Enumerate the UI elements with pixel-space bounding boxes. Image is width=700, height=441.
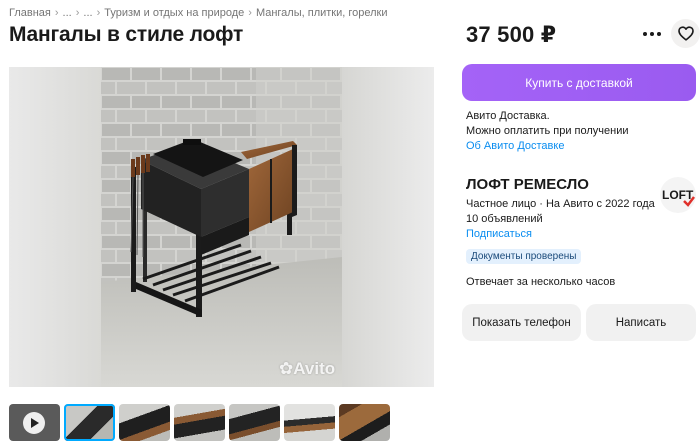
favorite-button[interactable] — [671, 19, 700, 48]
avito-logo-icon: ✿ — [279, 359, 294, 378]
seller-name[interactable]: ЛОФТ РЕМЕСЛО — [466, 176, 589, 193]
response-time: Отвечает за несколько часов — [466, 276, 616, 288]
write-message-button[interactable]: Написать — [586, 304, 696, 341]
thumbnail-image[interactable] — [174, 404, 225, 441]
breadcrumb-separator: › — [75, 7, 80, 19]
price: 37 500 ₽ — [466, 22, 557, 47]
seller-avatar[interactable]: LOFT — [660, 177, 696, 213]
watermark-text: Avito — [293, 359, 336, 378]
thumbnail-image[interactable] — [339, 404, 390, 441]
seller-info: Частное лицо · На Авито с 2022 года 10 о… — [466, 197, 655, 242]
breadcrumb-item-3[interactable]: ... — [83, 7, 92, 19]
delivery-line-2: Можно оплатить при получении — [466, 125, 629, 137]
delivery-info-link[interactable]: Об Авито Доставке — [466, 139, 629, 154]
seller-logo-text: LOFT — [662, 188, 694, 202]
buy-with-delivery-button[interactable]: Купить с доставкой — [462, 64, 696, 101]
thumbnail-strip — [9, 404, 390, 441]
thumbnail-image[interactable] — [229, 404, 280, 441]
avito-watermark: ✿Avito — [279, 359, 335, 379]
subscribe-link[interactable]: Подписаться — [466, 227, 655, 242]
seller-type: Частное лицо · На Авито с 2022 года — [466, 198, 655, 210]
breadcrumb: Главная ›... ›... › Туризм и отдых на природ… — [9, 7, 388, 19]
seller-listings-count[interactable]: 10 объявлений — [466, 212, 655, 227]
delivery-info: Авито Доставка. Можно оплатить при получ… — [466, 109, 629, 154]
breadcrumb-separator: › — [96, 7, 101, 19]
image-gallery[interactable]: ✿Avito — [9, 67, 434, 387]
play-icon — [23, 412, 45, 434]
documents-verified-badge: Документы проверены — [466, 249, 582, 264]
main-photo[interactable] — [101, 67, 342, 387]
more-dots-icon[interactable] — [640, 24, 664, 44]
gallery-blur-right — [342, 67, 434, 387]
delivery-line-1: Авито Доставка. — [466, 110, 550, 122]
breadcrumb-separator: › — [248, 7, 252, 19]
thumbnail-video[interactable] — [9, 404, 60, 441]
heart-icon — [677, 26, 694, 41]
breadcrumb-item-home[interactable]: Главная — [9, 7, 51, 19]
page-title: Мангалы в стиле лофт — [9, 23, 244, 46]
thumbnail-image[interactable] — [119, 404, 170, 441]
thumbnail-image[interactable] — [64, 404, 115, 441]
breadcrumb-item-tourism[interactable]: Туризм и отдых на природе — [104, 7, 244, 19]
thumbnail-image[interactable] — [284, 404, 335, 441]
breadcrumb-item-2[interactable]: ... — [63, 7, 72, 19]
breadcrumb-item-grills[interactable]: Мангалы, плитки, горелки — [256, 7, 388, 19]
gallery-blur-left — [9, 67, 101, 387]
breadcrumb-separator: › — [54, 7, 59, 19]
show-phone-button[interactable]: Показать телефон — [462, 304, 581, 341]
